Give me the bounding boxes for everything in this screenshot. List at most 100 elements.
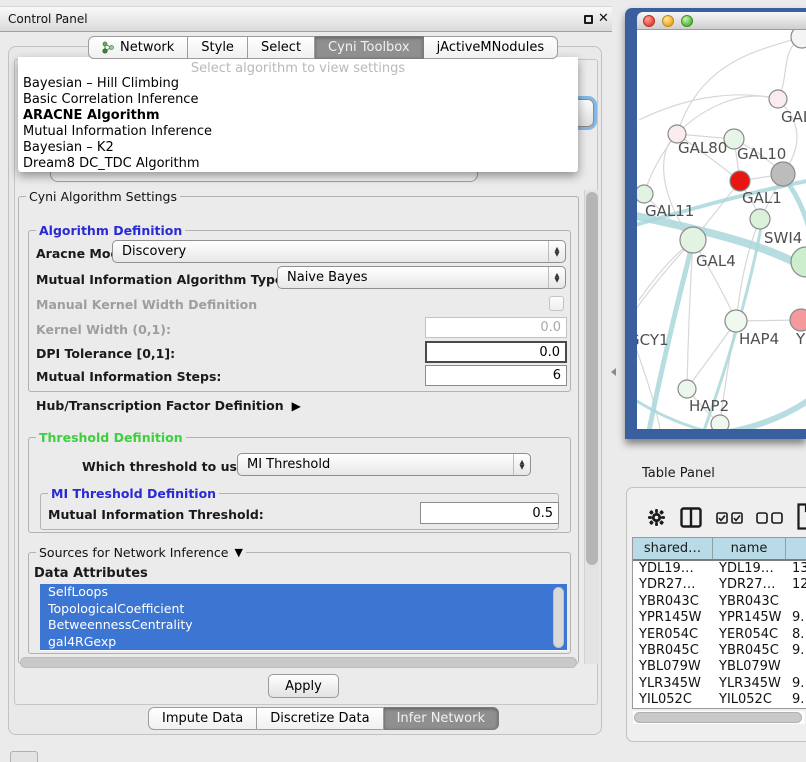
network-node-label-gal1: GAL1: [742, 189, 782, 207]
network-node[interactable]: [730, 171, 750, 191]
network-edge[interactable]: [644, 134, 677, 194]
network-node[interactable]: [790, 309, 806, 331]
settings-vertical-scrollbar-thumb[interactable]: [586, 192, 598, 565]
combo-spinner-icon: ▲▼: [548, 267, 565, 288]
mi-algorithm-type-label: Mutual Information Algorithm Type:: [36, 272, 288, 287]
zoom-traffic-light-icon[interactable]: [681, 15, 693, 27]
table-row[interactable]: YBL079WYBL079W: [633, 659, 806, 675]
table-row[interactable]: YIL052CYIL052C9.: [633, 692, 806, 708]
algorithm-dropdown-list: Select algorithm to view settings Bayesi…: [18, 57, 578, 172]
table-row[interactable]: YDL19…YDL19…13: [633, 561, 806, 577]
control-panel-tabs: NetworkStyleSelect Cyni Toolbox jActiveMNo…: [88, 36, 558, 59]
algorithm-option-aracne-algorithm[interactable]: ARACNE Algorithm: [18, 108, 578, 124]
column-header-partial[interactable]: [786, 538, 806, 559]
settings-horizontal-scrollbar-thumb[interactable]: [20, 657, 577, 668]
algorithm-option-bayesian-k2[interactable]: Bayesian – K2: [18, 140, 578, 156]
tab-discretize-data[interactable]: Discretize Data: [257, 707, 383, 730]
mi-steps-input[interactable]: 6: [425, 365, 567, 386]
network-node[interactable]: [678, 380, 696, 398]
attribute-item-betweennesscentrality[interactable]: BetweennessCentrality: [40, 617, 567, 634]
node-table: shared…name YDL19…YDL19…13YDR27…YDR27…12…: [632, 537, 806, 709]
network-node-label-gcy1: GCY1: [637, 331, 669, 349]
mi-threshold-input[interactable]: 0.5: [420, 502, 559, 524]
algorithm-option-mutual-information-inference[interactable]: Mutual Information Inference: [18, 124, 578, 140]
table-cell: YBR043C: [633, 594, 713, 610]
tab-label: Cyni Toolbox: [328, 40, 410, 55]
network-node-label-hap4: HAP4: [739, 330, 779, 348]
control-panel-title: Control Panel: [8, 12, 88, 26]
attribute-item-topologicalcoefficient[interactable]: TopologicalCoefficient: [40, 601, 567, 618]
list-vertical-scrollbar[interactable]: [553, 587, 564, 648]
column-header-shared[interactable]: shared…: [633, 538, 713, 559]
aracne-mode-select[interactable]: Discovery ▲▼: [112, 240, 566, 263]
table-row[interactable]: YER054CYER054C8.: [633, 627, 806, 643]
collapsed-panel-button[interactable]: [10, 751, 38, 762]
dpi-tolerance-input[interactable]: 0.0: [425, 341, 567, 363]
network-node[interactable]: [725, 310, 747, 332]
attribute-item-gal4rgexp[interactable]: gal4RGexp: [40, 634, 567, 651]
splitter-collapse-icon[interactable]: [611, 368, 616, 376]
close-window-icon[interactable]: ✕: [598, 11, 609, 26]
tab-network[interactable]: Network: [88, 36, 188, 59]
network-edge[interactable]: [736, 219, 760, 321]
sources-group-title-row[interactable]: Sources for Network Inference ▼: [36, 545, 246, 560]
table-cell: YBL079W: [713, 659, 786, 675]
algorithm-option-dream8-dc-tdc-algorithm[interactable]: Dream8 DC_TDC Algorithm: [18, 156, 578, 172]
minimize-traffic-light-icon[interactable]: [662, 15, 674, 27]
kernel-width-label: Kernel Width (0,1):: [36, 322, 171, 337]
threshold-definition-title: Threshold Definition: [36, 430, 186, 445]
network-node-label-hap2: HAP2: [689, 397, 729, 415]
tab-jactivemnodules[interactable]: jActiveMNodules: [424, 36, 559, 59]
data-attributes-label: Data Attributes: [34, 566, 148, 581]
hub-definition-toggle[interactable]: Hub/Transcription Factor Definition ▶: [36, 398, 301, 413]
network-canvas[interactable]: GALGAL80GAL10GAL1GAL11SWI4GAL4GCY1HAP4YH…: [637, 30, 806, 429]
table-cell: YLR345W: [633, 676, 713, 692]
network-node[interactable]: [711, 415, 729, 429]
mi-algorithm-type-select[interactable]: Naive Bayes ▲▼: [277, 266, 566, 289]
network-node[interactable]: [771, 162, 795, 186]
tab-style[interactable]: Style: [188, 36, 248, 59]
tab-label: Discretize Data: [270, 711, 369, 726]
table-cell: YPR145W: [713, 610, 786, 626]
table-row[interactable]: YBR043CYBR043C: [633, 594, 806, 610]
restore-window-icon[interactable]: [584, 15, 593, 24]
tab-select[interactable]: Select: [248, 36, 315, 59]
algorithm-option-basic-correlation-inference[interactable]: Basic Correlation Inference: [18, 92, 578, 108]
table-cell: [786, 659, 806, 675]
network-node[interactable]: [637, 185, 653, 203]
apply-button[interactable]: Apply: [268, 674, 339, 698]
table-row[interactable]: YDR27…YDR27…12: [633, 577, 806, 593]
network-node[interactable]: [750, 209, 770, 229]
tab-cyni-toolbox[interactable]: Cyni Toolbox: [315, 36, 424, 59]
tab-impute-data[interactable]: Impute Data: [148, 707, 257, 730]
document-icon[interactable]: [797, 503, 806, 530]
manual-kernel-width-label: Manual Kernel Width Definition: [36, 297, 257, 312]
mi-threshold-group-title: MI Threshold Definition: [48, 486, 219, 501]
attribute-item-selfloops[interactable]: SelfLoops: [40, 584, 567, 601]
table-cell: YDR27…: [713, 577, 786, 593]
network-edge[interactable]: [639, 95, 778, 120]
kernel-width-input[interactable]: 0.0: [425, 317, 567, 338]
table-cell: 9.: [786, 643, 806, 659]
table-row[interactable]: YBR045CYBR045C9.: [633, 643, 806, 659]
network-node-label-gal80: GAL80: [678, 139, 727, 157]
select-all-checkboxes-icon[interactable]: [716, 512, 743, 524]
close-traffic-light-icon[interactable]: [643, 15, 655, 27]
table-row[interactable]: YPR145WYPR145W9.: [633, 610, 806, 626]
column-header-name[interactable]: name: [713, 538, 786, 559]
table-row[interactable]: YLR345WYLR345W9.: [633, 676, 806, 692]
network-node-label-swi4: SWI4: [764, 229, 802, 247]
tab-infer-network[interactable]: Infer Network: [384, 707, 499, 730]
network-node[interactable]: [769, 90, 787, 108]
gear-icon[interactable]: [648, 509, 665, 526]
deselect-all-checkboxes-icon[interactable]: [756, 512, 783, 524]
which-threshold-select[interactable]: MI Threshold ▲▼: [237, 453, 531, 476]
network-node[interactable]: [680, 227, 706, 253]
table-horizontal-scrollbar-thumb[interactable]: [634, 712, 802, 723]
network-node[interactable]: [791, 247, 806, 277]
columns-icon[interactable]: [680, 507, 702, 528]
manual-kernel-width-checkbox[interactable]: [549, 296, 564, 311]
algorithm-option-bayesian-hill-climbing[interactable]: Bayesian – Hill Climbing: [18, 76, 578, 92]
data-attributes-list: SelfLoopsTopologicalCoefficientBetweenne…: [40, 584, 567, 651]
table-cell: YER054C: [633, 627, 713, 643]
